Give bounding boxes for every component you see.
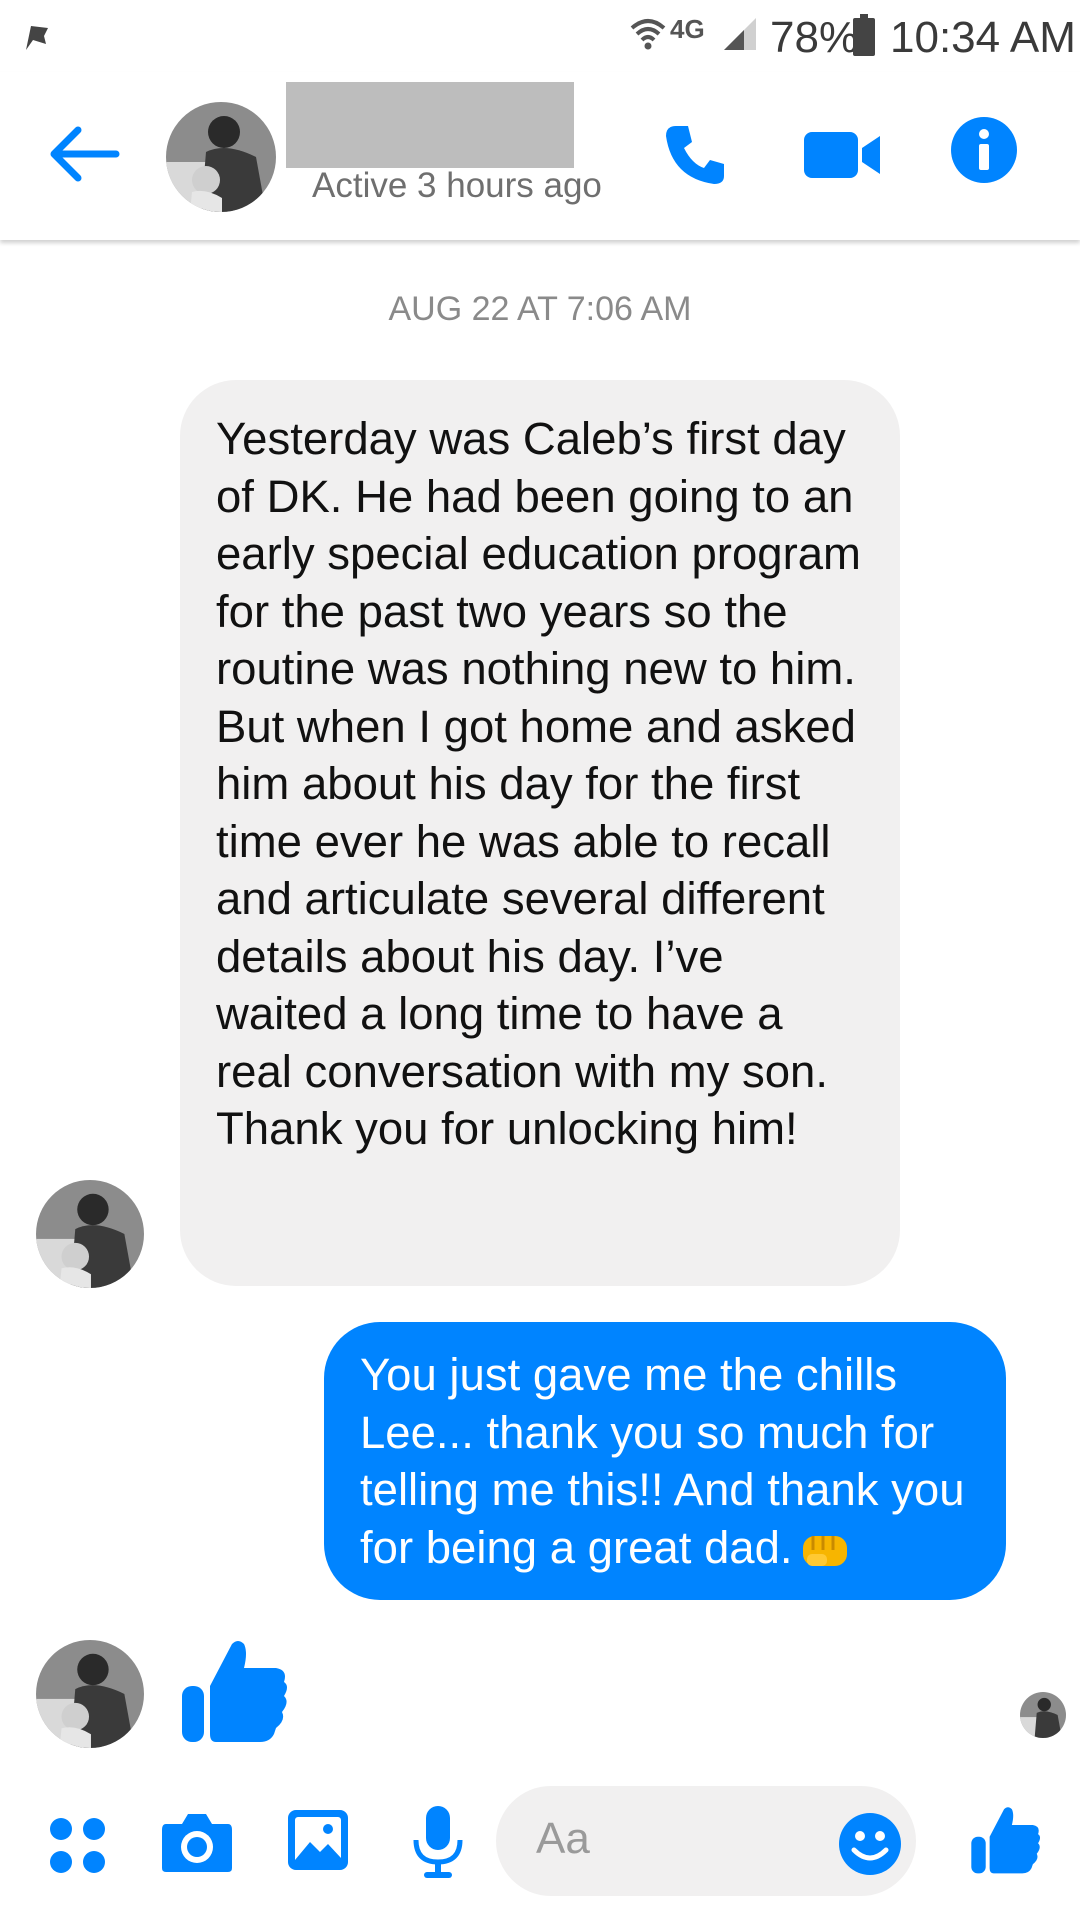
mic-icon[interactable] xyxy=(412,1804,464,1880)
network-type: 4G xyxy=(670,14,705,44)
phone-icon[interactable] xyxy=(662,122,728,188)
status-bar: 4G 78% 10:34 AM xyxy=(0,0,1080,72)
notification-flag-icon xyxy=(26,26,48,50)
sender-avatar[interactable] xyxy=(36,1640,144,1748)
menu-dots-icon[interactable] xyxy=(48,1816,108,1876)
emoji-icon[interactable] xyxy=(838,1812,902,1876)
camera-icon[interactable] xyxy=(160,1810,234,1874)
sender-avatar[interactable] xyxy=(36,1180,144,1288)
clock: 10:34 AM xyxy=(890,13,1076,62)
back-arrow-icon[interactable] xyxy=(46,124,122,184)
incoming-message-bubble[interactable]: Yesterday was Caleb’s first day of DK. H… xyxy=(180,380,900,1286)
incoming-message-text: Yesterday was Caleb’s first day of DK. H… xyxy=(216,413,861,1154)
battery-icon xyxy=(853,14,875,56)
fist-bump-emoji-icon xyxy=(802,1536,847,1567)
thumbs-up-icon[interactable] xyxy=(970,1804,1042,1876)
outgoing-message-text: You just gave me the chills Lee... thank… xyxy=(360,1349,965,1573)
outgoing-message-bubble[interactable]: You just gave me the chills Lee... thank… xyxy=(324,1322,1006,1600)
video-icon[interactable] xyxy=(804,130,882,180)
contact-name-redacted xyxy=(286,82,574,168)
contact-avatar[interactable] xyxy=(166,102,276,212)
signal-icon xyxy=(724,18,756,50)
gallery-icon[interactable] xyxy=(286,1808,350,1872)
message-input-placeholder: Aa xyxy=(536,1814,590,1863)
active-status: Active 3 hours ago xyxy=(312,166,602,205)
like-sticker-thumbs-up-icon[interactable] xyxy=(180,1636,290,1746)
info-icon[interactable] xyxy=(950,116,1018,184)
wifi-icon xyxy=(630,19,666,50)
conversation-header: Active 3 hours ago xyxy=(0,72,1080,240)
message-timestamp: AUG 22 AT 7:06 AM xyxy=(388,290,692,328)
read-receipt-avatar xyxy=(1020,1692,1066,1738)
battery-percent: 78% xyxy=(770,13,859,62)
